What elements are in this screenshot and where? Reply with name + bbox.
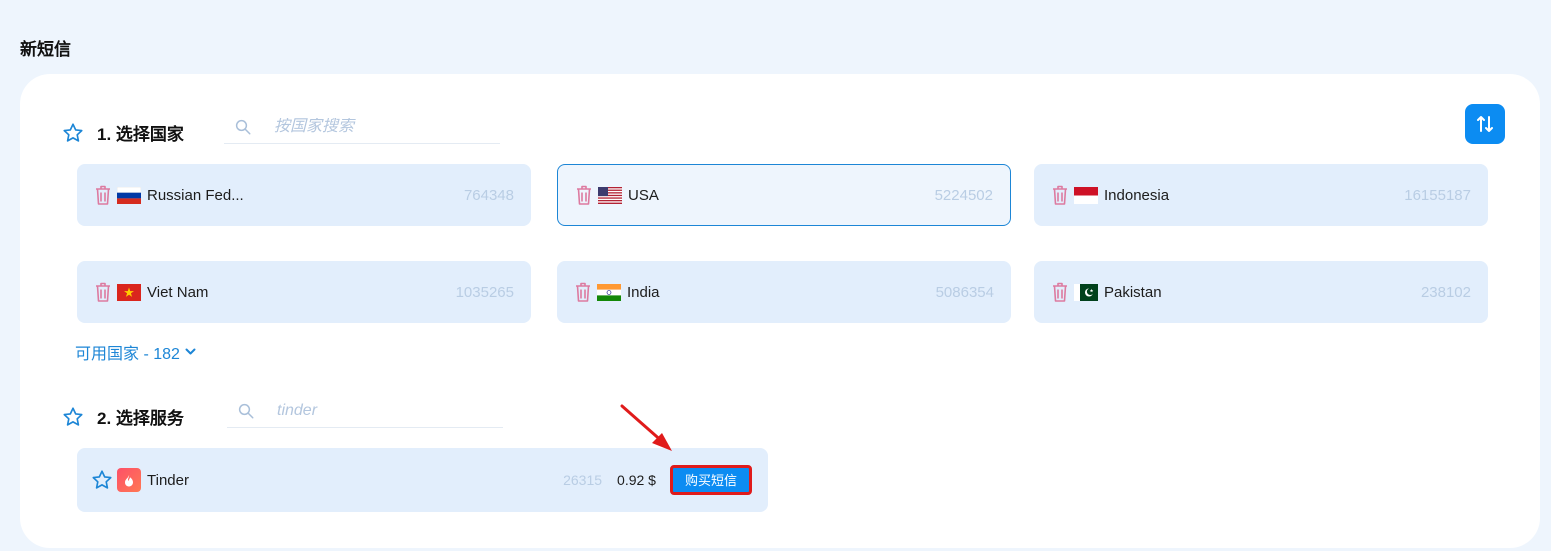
pakistan-flag-icon (1074, 283, 1098, 301)
sort-arrows-icon (1477, 116, 1493, 132)
service-price: 0.92 $ (617, 472, 656, 488)
country-count: 238102 (1420, 283, 1471, 301)
page-title: 新短信 (20, 40, 71, 59)
country-name: Viet Nam (147, 283, 209, 301)
service-search-input[interactable] (277, 401, 477, 420)
country-item[interactable]: India 5086354 (557, 261, 1011, 323)
country-count: 16155187 (1404, 186, 1471, 204)
vietnam-flag-icon (117, 283, 141, 301)
trash-icon[interactable] (93, 280, 113, 304)
available-countries-label: 可用国家 - 182 (75, 346, 180, 363)
country-name: Pakistan (1104, 283, 1162, 301)
country-search-input[interactable] (274, 117, 474, 136)
country-item[interactable]: Indonesia 16155187 (1034, 164, 1488, 226)
section-service-header: 2. 选择服务 (62, 404, 184, 429)
country-name: Indonesia (1104, 186, 1170, 204)
section-country-header: 1. 选择国家 (62, 120, 184, 145)
star-icon[interactable] (62, 122, 84, 144)
country-count: 5086354 (935, 283, 994, 301)
trash-icon[interactable] (574, 183, 594, 207)
sort-button[interactable] (1465, 104, 1505, 144)
country-name: USA (628, 186, 659, 204)
search-icon (238, 403, 254, 418)
section-service-title: 2. 选择服务 (97, 409, 184, 428)
chevron-down-icon (185, 348, 196, 355)
country-count: 764348 (463, 186, 514, 204)
star-icon[interactable] (91, 469, 113, 491)
country-count: 5224502 (934, 186, 993, 204)
country-count: 1035265 (455, 283, 514, 301)
usa-flag-icon (598, 186, 622, 204)
star-icon[interactable] (62, 406, 84, 428)
section-country-title: 1. 选择国家 (97, 125, 184, 144)
trash-icon[interactable] (573, 280, 593, 304)
service-search (227, 394, 503, 428)
new-sms-card: 1. 选择国家 Russian Fed... 764348 USA 522450… (20, 74, 1540, 548)
country-item-selected[interactable]: USA 5224502 (557, 164, 1011, 226)
buy-sms-button[interactable]: 购买短信 (669, 465, 752, 495)
country-item[interactable]: Russian Fed... 764348 (77, 164, 531, 226)
trash-icon[interactable] (93, 183, 113, 207)
trash-icon[interactable] (1050, 280, 1070, 304)
india-flag-icon (597, 283, 621, 301)
country-search (224, 110, 500, 144)
service-count: 26315 (563, 472, 603, 488)
country-name: Russian Fed... (147, 186, 244, 204)
annotation-arrow-icon (620, 404, 672, 451)
search-icon (235, 119, 251, 134)
country-name: India (627, 283, 660, 301)
indonesia-flag-icon (1074, 186, 1098, 204)
country-item[interactable]: Pakistan 238102 (1034, 261, 1488, 323)
service-name: Tinder (147, 471, 189, 489)
country-item[interactable]: Viet Nam 1035265 (77, 261, 531, 323)
russia-flag-icon (117, 186, 141, 204)
available-countries-toggle[interactable]: 可用国家 - 182 (75, 340, 196, 364)
trash-icon[interactable] (1050, 183, 1070, 207)
tinder-logo-icon (117, 468, 141, 492)
